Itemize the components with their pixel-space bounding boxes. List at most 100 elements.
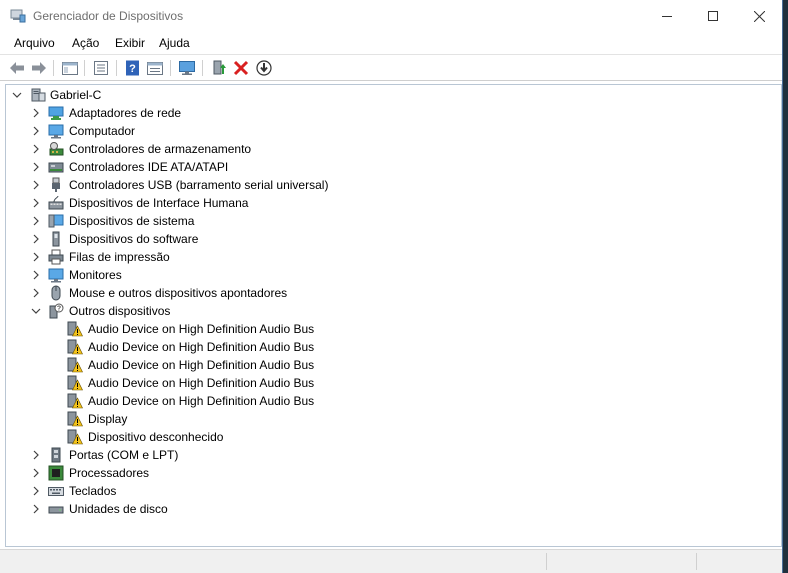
computer-icon [48, 124, 64, 139]
tree-category-label: Controladores de armazenamento [69, 142, 252, 156]
chevron-right-icon[interactable] [30, 467, 42, 479]
disable-icon[interactable] [255, 59, 273, 77]
tree-device-label: Audio Device on High Definition Audio Bu… [88, 394, 315, 408]
chevron-down-icon[interactable] [11, 89, 23, 101]
tree-category[interactable]: Filas de impressão [6, 248, 766, 266]
tree-category-label: Controladores IDE ATA/ATAPI [69, 160, 229, 174]
keyboard-icon [48, 487, 64, 496]
tree-category-label: Dispositivos de sistema [69, 214, 195, 228]
chevron-right-icon[interactable] [30, 107, 42, 119]
tree-category[interactable]: Dispositivos de sistema [6, 212, 766, 230]
chevron-right-icon[interactable] [30, 233, 42, 245]
update-driver-icon[interactable] [210, 59, 228, 77]
toolbar-separator [53, 60, 54, 76]
tree-device-item[interactable]: Display [6, 410, 766, 428]
tree-device-item[interactable]: Audio Device on High Definition Audio Bu… [6, 374, 766, 392]
chevron-right-icon[interactable] [30, 287, 42, 299]
chevron-right-icon[interactable] [30, 197, 42, 209]
tree-category[interactable]: Controladores USB (barramento serial uni… [6, 176, 766, 194]
minimize-button[interactable] [644, 0, 690, 32]
tree-device-item[interactable]: Audio Device on High Definition Audio Bu… [6, 356, 766, 374]
properties-list-icon[interactable] [92, 59, 110, 77]
tree-category-expanded[interactable]: ? Outros dispositivos [6, 302, 766, 320]
minimize-icon [662, 16, 672, 17]
forward-icon[interactable] [30, 59, 48, 77]
svg-text:?: ? [57, 306, 61, 313]
chevron-right-icon[interactable] [30, 449, 42, 461]
properties-pane-icon[interactable] [61, 59, 79, 77]
tree-category-label: Controladores USB (barramento serial uni… [69, 178, 329, 192]
menu-exibir[interactable]: Exibir [115, 36, 145, 50]
tree-device-item[interactable]: Dispositivo desconhecido [6, 428, 766, 446]
tree-device-item[interactable]: Audio Device on High Definition Audio Bu… [6, 392, 766, 410]
tree-category-label: Adaptadores de rede [69, 106, 182, 120]
toolbar-separator [116, 60, 117, 76]
tree-category[interactable]: Portas (COM e LPT) [6, 446, 766, 464]
tree-category[interactable]: Unidades de disco [6, 500, 766, 518]
status-pane-divider [696, 553, 697, 570]
tree-device-label: Display [88, 412, 128, 426]
monitor-icon [48, 268, 64, 283]
menu-bar: Arquivo Ação Exibir Ajuda [0, 32, 782, 54]
tree-category[interactable]: Dispositivos do software [6, 230, 766, 248]
uninstall-icon[interactable] [232, 59, 250, 77]
tree-category-label: Computador [69, 124, 136, 138]
menu-arquivo[interactable]: Arquivo [14, 36, 55, 50]
network-adapter-icon [48, 106, 64, 120]
tree-category[interactable]: Processadores [6, 464, 766, 482]
warning-device-icon [67, 393, 83, 409]
tree-root-label: Gabriel-C [50, 88, 102, 102]
tree-category[interactable]: Mouse e outros dispositivos apontadores [6, 284, 766, 302]
toolbar: ? [0, 54, 782, 81]
tree-category[interactable]: Computador [6, 122, 766, 140]
desktop-background [783, 0, 788, 573]
port-icon [51, 447, 61, 463]
maximize-button[interactable] [690, 0, 736, 32]
warning-device-icon [67, 429, 83, 445]
tree-category[interactable]: Adaptadores de rede [6, 104, 766, 122]
chevron-right-icon[interactable] [30, 143, 42, 155]
disk-drive-icon [48, 506, 64, 514]
monitor-scan-icon[interactable] [178, 59, 196, 77]
back-icon[interactable] [8, 59, 26, 77]
printer-icon [48, 249, 64, 265]
tree-category[interactable]: Teclados [6, 482, 766, 500]
warning-device-icon [67, 321, 83, 337]
chevron-right-icon[interactable] [30, 485, 42, 497]
toolbar-separator [84, 60, 85, 76]
other-devices-icon: ? [49, 303, 64, 319]
tree-category-label: Processadores [69, 466, 150, 480]
tree-category-label: Portas (COM e LPT) [69, 448, 179, 462]
chevron-right-icon[interactable] [30, 161, 42, 173]
tree-category[interactable]: Monitores [6, 266, 766, 284]
svg-text:?: ? [129, 63, 136, 75]
tree-root[interactable]: Gabriel-C [6, 86, 766, 104]
tree-category[interactable]: Dispositivos de Interface Humana [6, 194, 766, 212]
tree-category-label: Dispositivos do software [69, 232, 199, 246]
chevron-right-icon[interactable] [30, 269, 42, 281]
chevron-right-icon[interactable] [30, 251, 42, 263]
chevron-right-icon[interactable] [30, 503, 42, 515]
tree-category[interactable]: Controladores de armazenamento [6, 140, 766, 158]
close-button[interactable] [736, 0, 782, 32]
status-pane-divider [546, 553, 547, 570]
tree-device-item[interactable]: Audio Device on High Definition Audio Bu… [6, 320, 766, 338]
chevron-right-icon[interactable] [30, 125, 42, 137]
tree-category[interactable]: Controladores IDE ATA/ATAPI [6, 158, 766, 176]
software-device-icon [52, 231, 60, 247]
warning-device-icon [67, 411, 83, 427]
computer-root-icon [31, 88, 46, 102]
storage-controller-icon [49, 142, 64, 156]
tree-device-item[interactable]: Audio Device on High Definition Audio Bu… [6, 338, 766, 356]
menu-acao[interactable]: Ação [72, 36, 99, 50]
tree-device-label: Dispositivo desconhecido [88, 430, 224, 444]
menu-ajuda[interactable]: Ajuda [159, 36, 190, 50]
help-icon[interactable]: ? [124, 59, 142, 77]
device-tree[interactable]: Gabriel-C Adaptadores de rede Computador [5, 84, 782, 547]
chevron-down-icon[interactable] [30, 305, 42, 317]
chevron-right-icon[interactable] [30, 215, 42, 227]
view-details-icon[interactable] [146, 59, 164, 77]
chevron-right-icon[interactable] [30, 179, 42, 191]
title-bar[interactable]: Gerenciador de Dispositivos [0, 0, 782, 32]
tree-device-label: Audio Device on High Definition Audio Bu… [88, 376, 315, 390]
